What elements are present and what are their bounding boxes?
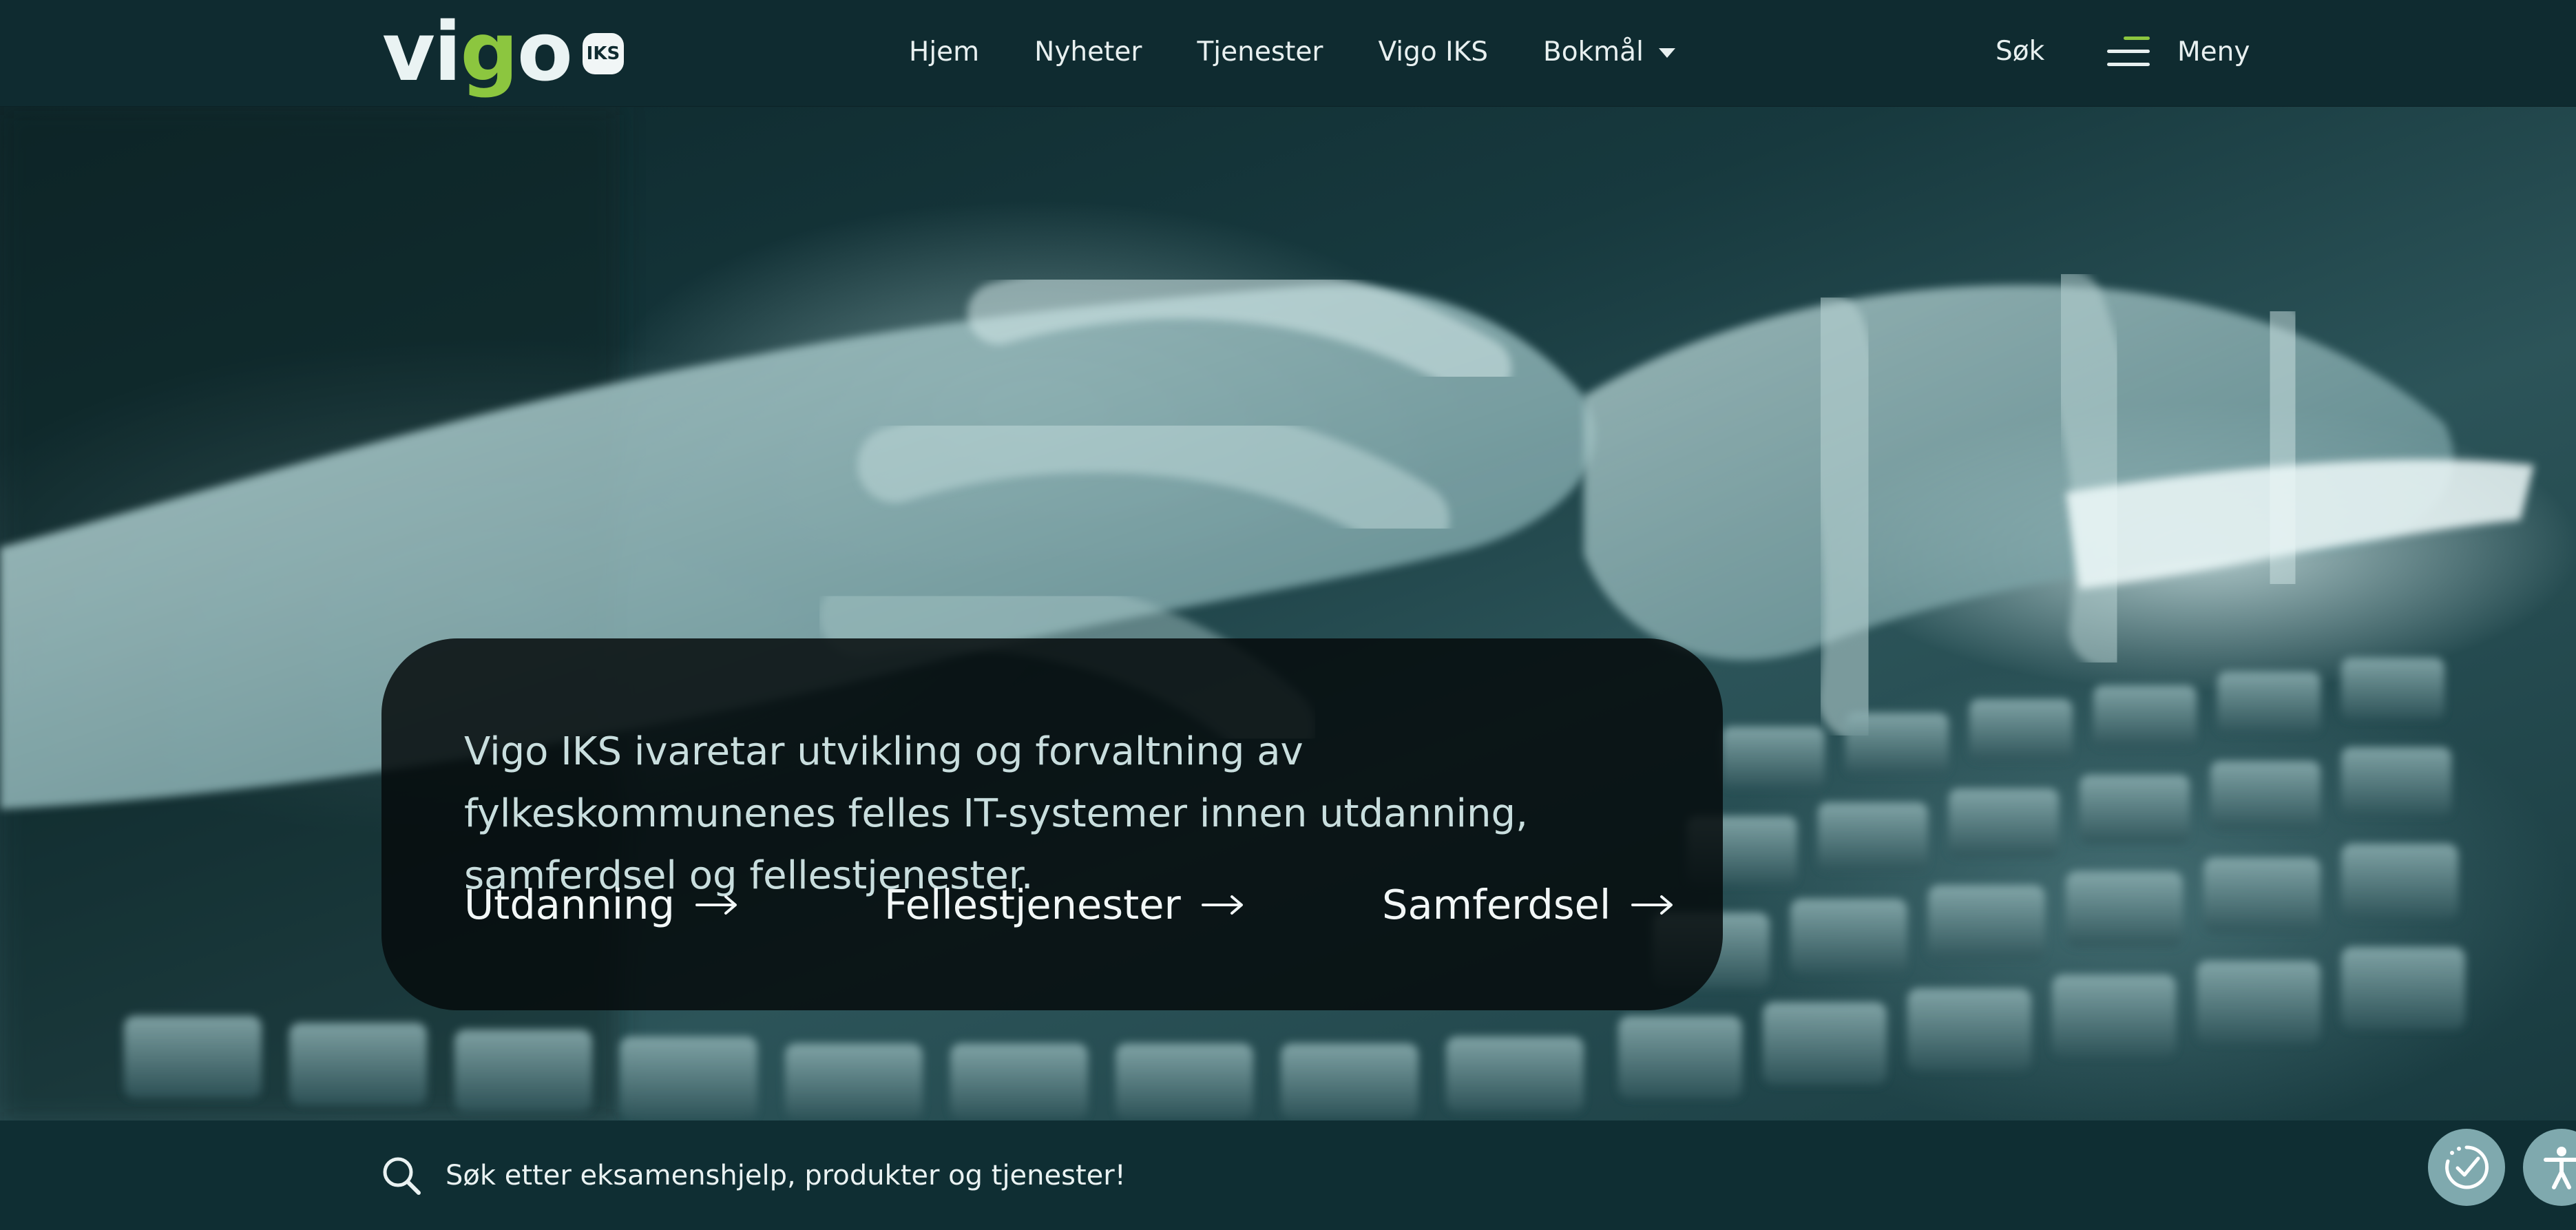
site-header: vigo IKS Hjem Nyheter Tjenester Vigo IKS…: [0, 0, 2576, 107]
menu-label: Meny: [2177, 36, 2250, 67]
search-input[interactable]: [446, 1159, 1410, 1191]
hero-link-samferdsel[interactable]: Samferdsel: [1382, 881, 1674, 928]
logo-link[interactable]: vigo IKS: [382, 7, 624, 96]
language-selector[interactable]: Bokmål: [1543, 37, 1675, 67]
chevron-down-icon: [1658, 48, 1675, 58]
nav-item-nyheter[interactable]: Nyheter: [1034, 37, 1142, 67]
clock-check-button[interactable]: [2428, 1129, 2505, 1206]
hero-section: Vigo IKS ivaretar utvikling og forvaltni…: [0, 107, 2576, 1120]
clock-check-icon: [2445, 1145, 2489, 1189]
main-nav: Hjem Nyheter Tjenester Vigo IKS Bokmål: [909, 0, 1675, 103]
hero-link-utdanning[interactable]: Utdanning: [464, 881, 738, 928]
arrow-right-icon: [1201, 895, 1243, 915]
hero-category-links: Utdanning Fellestjenester Samferdsel: [464, 881, 1673, 936]
nav-item-hjem[interactable]: Hjem: [909, 37, 979, 67]
header-search-button[interactable]: Søk: [1996, 0, 2044, 102]
arrow-right-icon: [695, 895, 737, 915]
hamburger-icon: [2107, 37, 2150, 67]
arrow-right-icon: [1631, 895, 1673, 915]
bottom-search-bar: [0, 1120, 2576, 1230]
menu-button[interactable]: Meny: [2107, 0, 2250, 103]
hero-link-label: Samferdsel: [1382, 881, 1611, 928]
hero-link-label: Fellestjenester: [884, 881, 1181, 928]
language-label: Bokmål: [1542, 36, 1644, 67]
hero-card: Vigo IKS ivaretar utvikling og forvaltni…: [381, 638, 1723, 1010]
logo-badge: IKS: [582, 33, 624, 74]
nav-item-tjenester[interactable]: Tjenester: [1197, 37, 1323, 67]
search-row: [381, 1120, 1410, 1230]
search-icon: [383, 1157, 421, 1195]
hero-link-label: Utdanning: [464, 881, 675, 928]
nav-item-vigo-iks[interactable]: Vigo IKS: [1378, 37, 1488, 67]
hero-link-fellestjenester[interactable]: Fellestjenester: [884, 881, 1244, 928]
accessibility-icon: [2544, 1147, 2576, 1189]
logo-wordmark: vigo: [382, 4, 573, 99]
hero-intro-text: Vigo IKS ivaretar utvikling og forvaltni…: [464, 729, 1528, 898]
